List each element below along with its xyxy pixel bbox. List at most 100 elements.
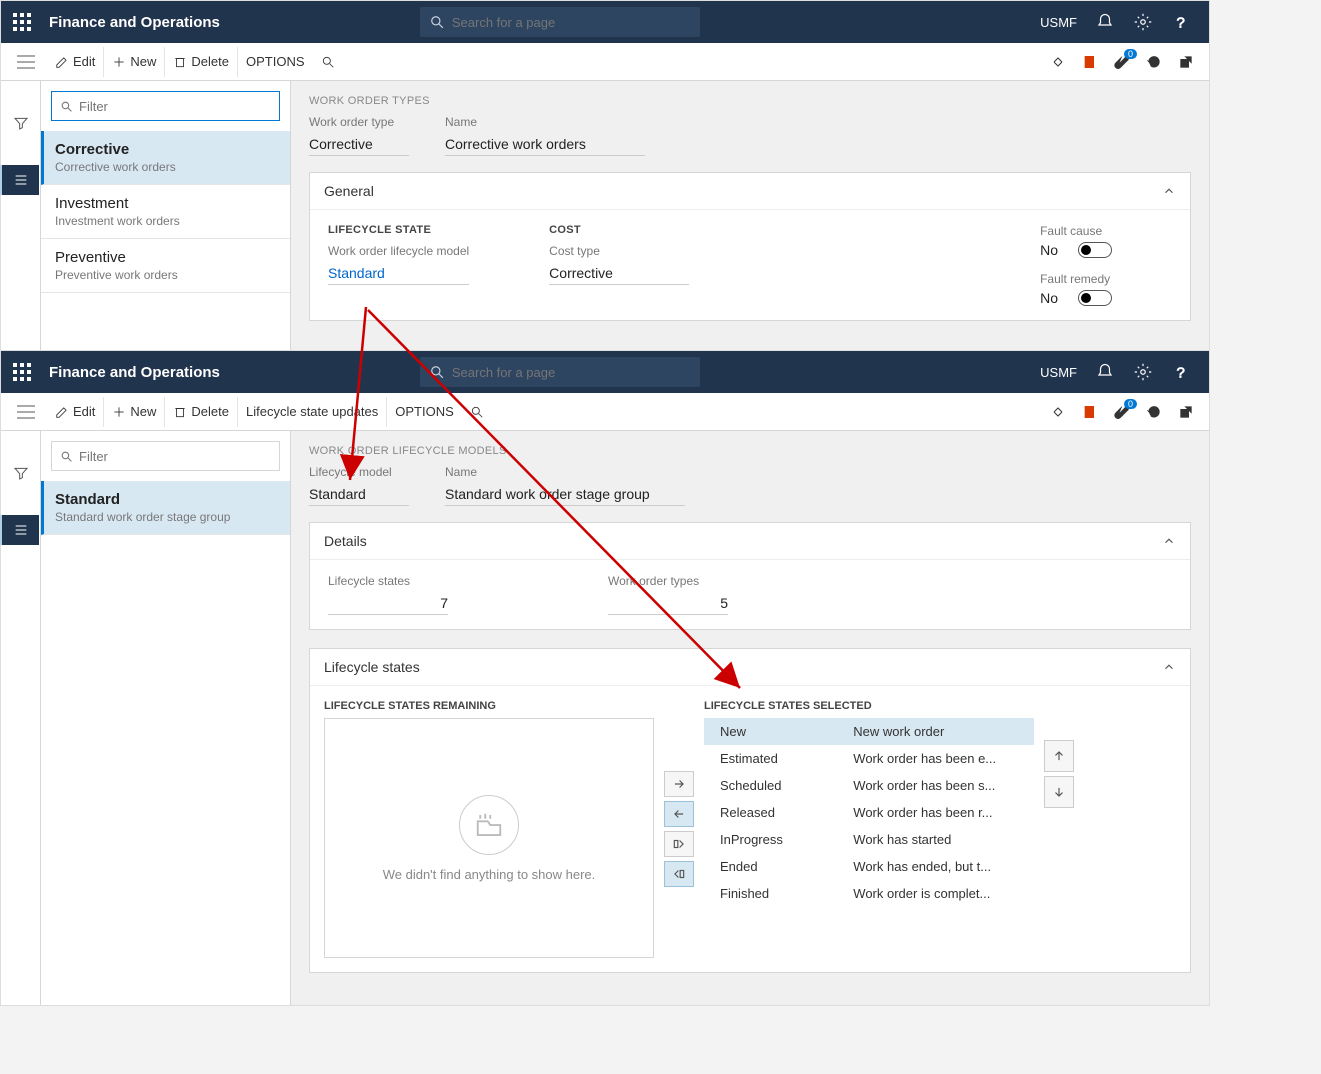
list-filter[interactable]	[51, 91, 280, 121]
section-title: COST	[549, 224, 689, 236]
toggle-label: Fault remedy	[1040, 272, 1112, 286]
notifications-icon[interactable]	[1095, 12, 1115, 32]
state-row[interactable]: EstimatedWork order has been e...	[704, 745, 1034, 772]
popout-icon[interactable]	[1177, 53, 1195, 71]
list-pane: Corrective Corrective work orders Invest…	[41, 81, 291, 353]
field-lifecycle-states-count: Lifecycle states 7	[328, 574, 448, 615]
state-row[interactable]: EndedWork has ended, but t...	[704, 853, 1034, 880]
refresh-icon[interactable]	[1145, 403, 1163, 421]
lifecycle-model-link[interactable]: Standard	[328, 262, 469, 285]
personalize-icon[interactable]	[1049, 403, 1067, 421]
content-area: Standard Standard work order stage group…	[1, 431, 1209, 1005]
popout-icon[interactable]	[1177, 403, 1195, 421]
filter-input[interactable]	[79, 99, 271, 114]
global-search-input[interactable]	[452, 15, 690, 30]
global-search[interactable]	[420, 357, 700, 387]
list-item-title: Preventive	[55, 249, 276, 266]
list-item[interactable]: Standard Standard work order stage group	[41, 481, 290, 535]
card-body: Lifecycle states 7 Work order types 5	[310, 560, 1190, 629]
settings-icon[interactable]	[1133, 12, 1153, 32]
lifecycle-updates-button[interactable]: Lifecycle state updates	[238, 397, 387, 427]
action-bar: Edit New Delete OPTIONS 0	[1, 43, 1209, 81]
state-row[interactable]: FinishedWork order is complet...	[704, 880, 1034, 907]
pencil-icon	[55, 405, 69, 419]
move-all-left-button[interactable]	[664, 861, 694, 887]
nav-toggle-icon[interactable]	[11, 47, 41, 77]
page-search-button[interactable]	[462, 397, 492, 427]
trash-icon	[173, 405, 187, 419]
office-addin-icon[interactable]	[1081, 53, 1099, 71]
nav-toggle-icon[interactable]	[11, 397, 41, 427]
field-value[interactable]: 5	[608, 592, 728, 615]
field-value[interactable]: Corrective work orders	[445, 133, 645, 156]
state-row[interactable]: NewNew work order	[704, 718, 1034, 745]
card-header[interactable]: Details	[310, 523, 1190, 560]
delete-button[interactable]: Delete	[165, 47, 238, 77]
field-value[interactable]: Corrective	[309, 133, 409, 156]
office-addin-icon[interactable]	[1081, 403, 1099, 421]
help-icon[interactable]: ?	[1171, 362, 1191, 382]
options-button[interactable]: OPTIONS	[238, 47, 313, 77]
app-launcher-icon[interactable]	[1, 1, 43, 43]
state-name: InProgress	[704, 826, 837, 853]
list-item[interactable]: Corrective Corrective work orders	[41, 131, 290, 185]
edit-button[interactable]: Edit	[47, 397, 104, 427]
field-value[interactable]: Corrective	[549, 262, 689, 285]
personalize-icon[interactable]	[1049, 53, 1067, 71]
help-icon[interactable]: ?	[1171, 12, 1191, 32]
new-button[interactable]: New	[104, 47, 165, 77]
list-view-icon[interactable]	[0, 515, 39, 545]
selected-title: LIFECYCLE STATES SELECTED	[704, 700, 1034, 712]
field-value[interactable]: 7	[328, 592, 448, 615]
empty-text: We didn't find anything to show here.	[383, 867, 596, 882]
left-rail	[1, 431, 41, 1005]
move-right-button[interactable]	[664, 771, 694, 797]
delete-button[interactable]: Delete	[165, 397, 238, 427]
app-launcher-icon[interactable]	[1, 351, 43, 393]
selected-states-table: NewNew work orderEstimatedWork order has…	[704, 718, 1034, 907]
card-title: Details	[324, 533, 367, 549]
section-cost: COST Cost type Corrective	[549, 224, 689, 306]
global-search[interactable]	[420, 7, 700, 37]
header-fields: Lifecycle model Standard Name Standard w…	[309, 465, 1191, 506]
filter-input[interactable]	[79, 449, 271, 464]
field-value[interactable]: Standard work order stage group	[445, 483, 685, 506]
notifications-icon[interactable]	[1095, 362, 1115, 382]
list-item[interactable]: Investment Investment work orders	[41, 185, 290, 239]
new-button[interactable]: New	[104, 397, 165, 427]
field-name: Name Standard work order stage group	[445, 465, 685, 506]
fault-remedy-toggle[interactable]: No	[1040, 290, 1112, 306]
card-title: Lifecycle states	[324, 659, 420, 675]
move-up-button[interactable]	[1044, 740, 1074, 772]
field-value[interactable]: Standard	[309, 483, 409, 506]
svg-text:?: ?	[1177, 14, 1185, 31]
card-header[interactable]: Lifecycle states	[310, 649, 1190, 686]
state-name: New	[704, 718, 837, 745]
search-icon	[321, 55, 335, 69]
state-row[interactable]: ReleasedWork order has been r...	[704, 799, 1034, 826]
toggle-switch	[1078, 290, 1112, 306]
settings-icon[interactable]	[1133, 362, 1153, 382]
move-left-button[interactable]	[664, 801, 694, 827]
card-details: Details Lifecycle states 7 Work order ty…	[309, 522, 1191, 630]
state-row[interactable]: ScheduledWork order has been s...	[704, 772, 1034, 799]
state-row[interactable]: InProgressWork has started	[704, 826, 1034, 853]
edit-button[interactable]: Edit	[47, 47, 104, 77]
refresh-icon[interactable]	[1145, 53, 1163, 71]
card-header[interactable]: General	[310, 173, 1190, 210]
fault-cause-toggle[interactable]: No	[1040, 242, 1112, 258]
filter-rail-icon[interactable]	[9, 111, 33, 135]
move-down-button[interactable]	[1044, 776, 1074, 808]
attachments-icon[interactable]: 0	[1113, 403, 1131, 421]
global-search-input[interactable]	[452, 365, 690, 380]
company-code[interactable]: USMF	[1040, 365, 1077, 380]
company-code[interactable]: USMF	[1040, 15, 1077, 30]
list-item[interactable]: Preventive Preventive work orders	[41, 239, 290, 293]
options-button[interactable]: OPTIONS	[387, 397, 462, 427]
list-view-icon[interactable]	[0, 165, 39, 195]
page-search-button[interactable]	[313, 47, 343, 77]
attachments-icon[interactable]: 0	[1113, 53, 1131, 71]
list-filter[interactable]	[51, 441, 280, 471]
move-all-right-button[interactable]	[664, 831, 694, 857]
filter-rail-icon[interactable]	[9, 461, 33, 485]
